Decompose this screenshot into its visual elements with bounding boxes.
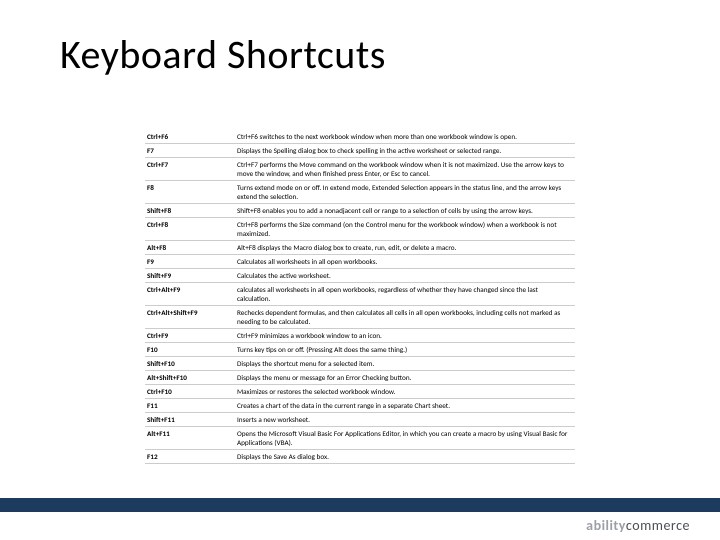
shortcut-desc: Creates a chart of the data in the curre… [235,399,575,413]
shortcut-desc: Ctrl+F8 performs the Size command (on th… [235,218,575,241]
shortcut-key: Ctrl+Alt+F9 [145,283,235,306]
shortcut-desc: Ctrl+F6 switches to the next workbook wi… [235,130,575,144]
logo-left: ability [586,517,626,534]
table-row: Shift+F9Calculates the active worksheet. [145,269,575,283]
table-row: Alt+F11Opens the Microsoft Visual Basic … [145,427,575,450]
shortcut-desc: Calculates the active worksheet. [235,269,575,283]
table-row: F10Turns key tips on or off. (Pressing A… [145,343,575,357]
shortcut-desc: Maximizes or restores the selected workb… [235,385,575,399]
shortcut-key: F9 [145,255,235,269]
shortcut-key: Ctrl+F6 [145,130,235,144]
table-row: Ctrl+F6Ctrl+F6 switches to the next work… [145,130,575,144]
table-row: Ctrl+Alt+Shift+F9Rechecks dependent form… [145,306,575,329]
shortcut-desc: Turns extend mode on or off. In extend m… [235,181,575,204]
shortcut-desc: Displays the shortcut menu for a selecte… [235,357,575,371]
shortcut-desc: Displays the Spelling dialog box to chec… [235,144,575,158]
shortcut-key: F8 [145,181,235,204]
table-row: Ctrl+F8Ctrl+F8 performs the Size command… [145,218,575,241]
shortcuts-table: Ctrl+F6Ctrl+F6 switches to the next work… [145,130,575,464]
shortcut-key: Alt+Shift+F10 [145,371,235,385]
table-row: Shift+F10Displays the shortcut menu for … [145,357,575,371]
table-row: F9Calculates all worksheets in all open … [145,255,575,269]
shortcut-desc: Alt+F8 displays the Macro dialog box to … [235,241,575,255]
shortcuts-table-wrapper: Ctrl+F6Ctrl+F6 switches to the next work… [145,130,575,464]
shortcut-key: Ctrl+F10 [145,385,235,399]
table-row: F11Creates a chart of the data in the cu… [145,399,575,413]
table-row: F12Displays the Save As dialog box. [145,450,575,464]
table-row: Ctrl+F10Maximizes or restores the select… [145,385,575,399]
table-row: Shift+F11Inserts a new worksheet. [145,413,575,427]
footer-bar [0,498,720,512]
shortcut-key: F10 [145,343,235,357]
table-row: F7Displays the Spelling dialog box to ch… [145,144,575,158]
shortcut-key: Shift+F10 [145,357,235,371]
table-row: Shift+F8Shift+F8 enables you to add a no… [145,204,575,218]
shortcut-desc: Calculates all worksheets in all open wo… [235,255,575,269]
shortcut-key: F12 [145,450,235,464]
shortcut-key: Shift+F8 [145,204,235,218]
shortcut-key: F11 [145,399,235,413]
page-title: Keyboard Shortcuts [60,30,386,79]
table-row: Alt+F8Alt+F8 displays the Macro dialog b… [145,241,575,255]
shortcut-desc: Rechecks dependent formulas, and then ca… [235,306,575,329]
shortcut-desc: Ctrl+F9 minimizes a workbook window to a… [235,329,575,343]
shortcut-desc: Displays the Save As dialog box. [235,450,575,464]
shortcut-key: Alt+F11 [145,427,235,450]
shortcut-desc: Shift+F8 enables you to add a nonadjacen… [235,204,575,218]
table-row: Ctrl+F9Ctrl+F9 minimizes a workbook wind… [145,329,575,343]
shortcut-desc: Opens the Microsoft Visual Basic For App… [235,427,575,450]
shortcut-key: Ctrl+F7 [145,158,235,181]
shortcut-key: Ctrl+F8 [145,218,235,241]
shortcut-key: F7 [145,144,235,158]
shortcut-key: Shift+F9 [145,269,235,283]
shortcut-desc: Displays the menu or message for an Erro… [235,371,575,385]
slide: Keyboard Shortcuts Ctrl+F6Ctrl+F6 switch… [0,0,720,540]
shortcut-desc: Turns key tips on or off. (Pressing Alt … [235,343,575,357]
table-row: Ctrl+F7Ctrl+F7 performs the Move command… [145,158,575,181]
shortcut-key: Alt+F8 [145,241,235,255]
logo: abilitycommerce [586,517,690,534]
shortcut-desc: Inserts a new worksheet. [235,413,575,427]
table-row: Ctrl+Alt+F9calculates all worksheets in … [145,283,575,306]
table-row: F8Turns extend mode on or off. In extend… [145,181,575,204]
table-row: Alt+Shift+F10Displays the menu or messag… [145,371,575,385]
logo-right: commerce [626,517,690,534]
shortcut-desc: calculates all worksheets in all open wo… [235,283,575,306]
shortcut-key: Ctrl+F9 [145,329,235,343]
shortcut-desc: Ctrl+F7 performs the Move command on the… [235,158,575,181]
shortcut-key: Shift+F11 [145,413,235,427]
shortcut-key: Ctrl+Alt+Shift+F9 [145,306,235,329]
